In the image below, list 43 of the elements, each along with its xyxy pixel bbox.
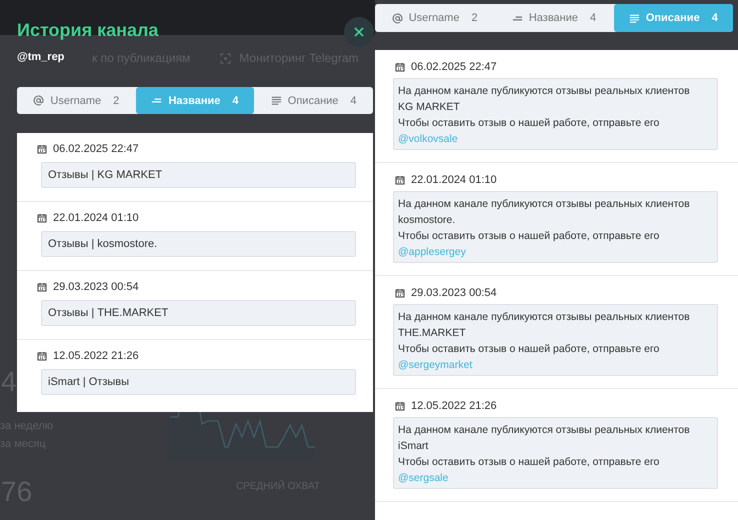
close-button[interactable] [344, 17, 374, 47]
entry-date: 29.03.2023 00:54 [53, 281, 139, 293]
tab[interactable]: Username 2 [17, 87, 136, 114]
entry-date: 06.02.2025 22:47 [411, 60, 497, 72]
tab[interactable]: Username 2 [375, 4, 494, 32]
username-link[interactable]: @applesergey [398, 244, 466, 260]
tab[interactable]: Описание 4 [254, 87, 374, 114]
calendar-icon [395, 62, 405, 72]
title-value: iSmart | Отзывы [41, 369, 356, 395]
tab[interactable]: Название 4 [136, 87, 254, 114]
title-value: Отзывы | KG MARKET [41, 162, 356, 188]
calendar-icon [37, 282, 47, 292]
tab[interactable]: Название 4 [494, 4, 614, 32]
calendar-icon [37, 213, 47, 223]
entry-date: 12.05.2022 21:26 [53, 350, 139, 362]
entry-date: 22.01.2024 01:10 [53, 212, 139, 224]
entry-date: 12.05.2022 21:26 [411, 400, 497, 412]
entry-date: 29.03.2023 00:54 [411, 286, 497, 298]
at-icon [392, 12, 403, 24]
scan-icon [220, 52, 232, 64]
entry-date: 06.02.2025 22:47 [53, 143, 139, 155]
entry-date: 22.01.2024 01:10 [411, 174, 497, 186]
calendar-icon [395, 174, 405, 184]
tab[interactable]: Описание 4 [614, 4, 733, 32]
modal-title: История канала [17, 20, 158, 41]
calendar-icon [395, 288, 405, 298]
title-value: Отзывы | kosmostore. [41, 231, 356, 257]
at-icon [33, 95, 44, 106]
username-link[interactable]: @volkovsale [398, 131, 458, 147]
description-text: На данном канале публикуются отзывы реальных клиентов iSmart Чтобы оставить отзыв о нашей работе, отправьте его [398, 423, 690, 470]
description-text: На данном канале публикуются отзывы реальных клиентов KG MARKET Чтобы оставить отзыв о нашей работе, отправьте его [398, 84, 690, 131]
lines-icon [270, 95, 282, 106]
channel-handle: @tm_rep [17, 51, 64, 63]
username-link[interactable]: @sergeymarket [398, 357, 472, 373]
description-text: На данном канале публикуются отзывы реальных клиентов THE.MARKET Чтобы оставить отзыв о нашей работе, отправьте его [398, 310, 690, 357]
calendar-icon [37, 144, 47, 154]
description-text: На данном канале публикуются отзывы реальных клиентов kosmostore. Чтобы оставить отзыв о нашей работе, отправьте его [398, 197, 690, 244]
calendar-icon [395, 400, 405, 410]
calendar-icon [37, 351, 47, 361]
close-icon [354, 27, 364, 37]
title-value: Отзывы | THE.MARKET [41, 300, 356, 326]
lines-icon [628, 12, 640, 24]
username-link[interactable]: @sergsale [398, 470, 448, 486]
